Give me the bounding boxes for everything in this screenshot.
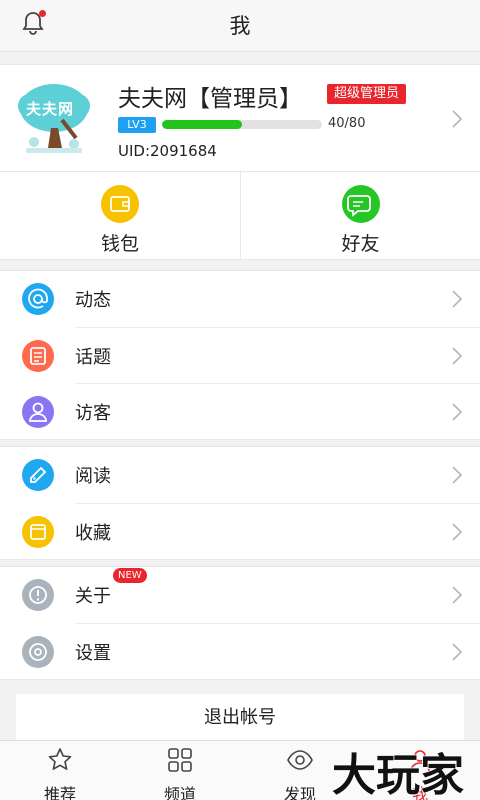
- tab-recommend[interactable]: 推荐: [0, 741, 120, 800]
- menu-item-label: 动态: [75, 290, 111, 311]
- watermark-logo: 大玩家: [331, 744, 478, 800]
- user-id: UID:2091684: [118, 142, 217, 160]
- info-icon: [22, 579, 54, 611]
- avatar-logo-text: 夫夫网: [26, 100, 75, 118]
- chevron-right-icon: [452, 466, 463, 484]
- menu-item-feed[interactable]: 动态: [0, 271, 480, 327]
- role-badge: 超级管理员: [327, 84, 407, 104]
- wallet-button[interactable]: 钱包: [0, 172, 240, 260]
- menu-group-social: 动态 话题 访客: [0, 270, 480, 440]
- page-title: 我: [229, 14, 251, 38]
- chat-icon: [342, 185, 380, 223]
- quick-actions: 钱包 好友: [0, 172, 480, 260]
- exp-text: 40/80: [328, 116, 366, 131]
- chevron-right-icon: [452, 290, 463, 308]
- topic-icon: [22, 340, 54, 372]
- menu-item-favorites[interactable]: 收藏: [22, 503, 480, 559]
- profile-name: 夫夫网【管理员】: [118, 86, 302, 112]
- menu-item-about[interactable]: 关于 NEW: [0, 567, 480, 623]
- top-bar: 我: [0, 0, 480, 52]
- level-badge: LV3: [118, 117, 156, 133]
- star-icon: [48, 748, 72, 770]
- menu-group-content: 阅读 收藏: [0, 446, 480, 560]
- friends-button[interactable]: 好友: [240, 172, 480, 260]
- menu-item-topics[interactable]: 话题: [22, 327, 480, 383]
- exp-progress-bar: [162, 120, 322, 129]
- chevron-right-icon: [452, 643, 463, 661]
- menu-item-reading[interactable]: 阅读: [0, 447, 480, 503]
- tab-channels[interactable]: 频道: [120, 741, 240, 800]
- new-badge: NEW: [113, 568, 147, 583]
- exp-progress-fill: [162, 120, 242, 129]
- folder-icon: [22, 516, 54, 548]
- chevron-right-icon: [452, 403, 463, 421]
- tag-icon: [22, 459, 54, 491]
- friends-label: 好友: [341, 233, 380, 255]
- profile-card[interactable]: 夫夫网 夫夫网【管理员】 超级管理员 LV3 40/80 UID:2091684: [0, 64, 480, 172]
- tab-label: 频道: [163, 785, 196, 800]
- menu-item-settings[interactable]: 设置: [22, 623, 480, 679]
- svg-text:大玩家: 大玩家: [332, 750, 464, 800]
- wallet-label: 钱包: [100, 233, 139, 255]
- logout-button[interactable]: 退出帐号: [16, 694, 464, 742]
- settings-icon: [22, 636, 54, 668]
- menu-item-label: 设置: [75, 643, 111, 664]
- person-icon: [22, 396, 54, 428]
- eye-icon: [287, 750, 313, 770]
- wallet-icon: [101, 185, 139, 223]
- tab-label: 推荐: [43, 785, 76, 800]
- menu-item-label: 访客: [75, 403, 111, 424]
- menu-item-label: 阅读: [75, 466, 111, 487]
- menu-item-label: 关于: [75, 586, 111, 607]
- menu-item-label: 话题: [75, 347, 111, 368]
- chevron-right-icon: [452, 523, 463, 541]
- chevron-right-icon: [452, 110, 463, 128]
- menu-item-visitors[interactable]: 访客: [22, 383, 480, 439]
- chevron-right-icon: [452, 586, 463, 604]
- at-icon: [22, 283, 54, 315]
- menu-item-label: 收藏: [75, 523, 111, 544]
- avatar: 夫夫网: [18, 80, 90, 156]
- menu-group-app: 关于 NEW 设置: [0, 566, 480, 680]
- grid-icon: [168, 748, 192, 772]
- chevron-right-icon: [452, 347, 463, 365]
